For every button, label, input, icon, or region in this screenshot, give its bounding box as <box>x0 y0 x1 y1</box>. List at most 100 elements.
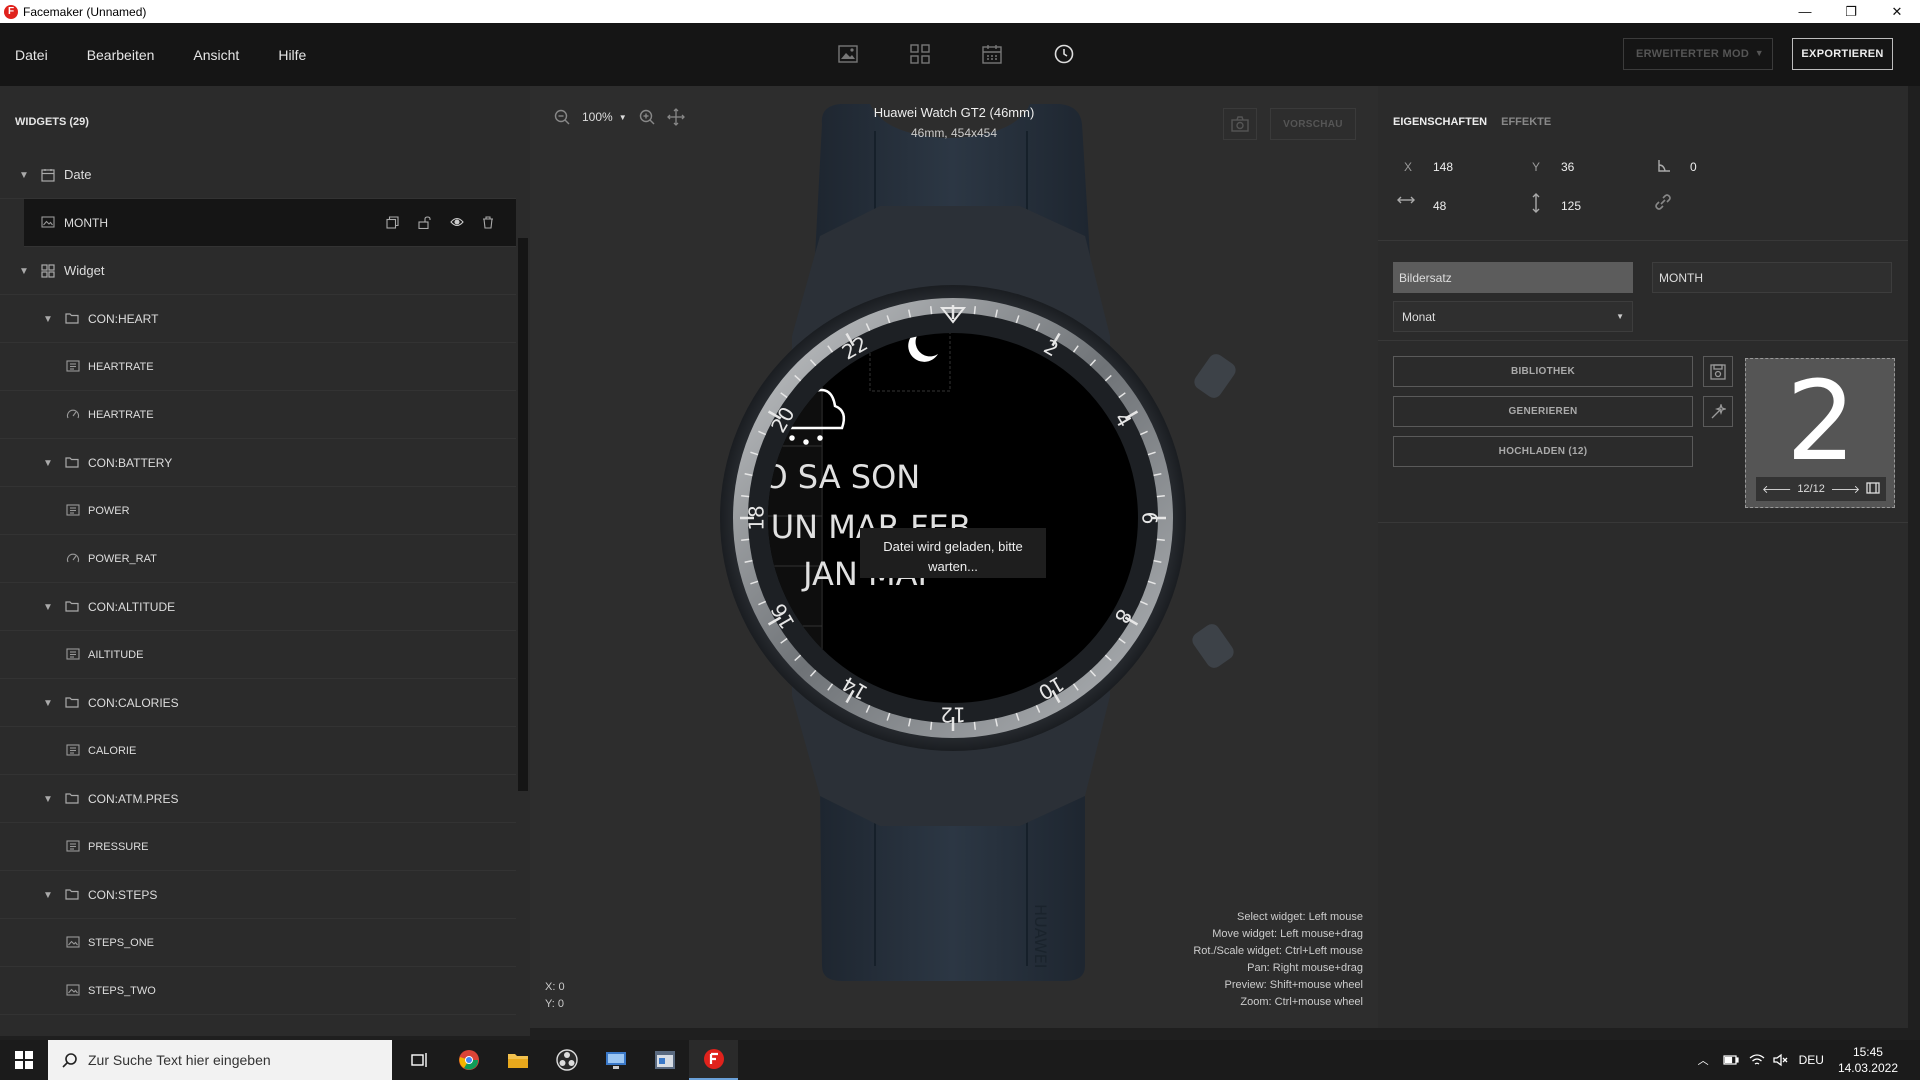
widget-name-input[interactable]: MONTH <box>1652 262 1892 293</box>
height-icon <box>1531 193 1541 216</box>
height-value-field[interactable]: 125 <box>1561 199 1581 213</box>
generate-button[interactable]: GENERIEREN <box>1393 396 1693 427</box>
expand-arrow-icon[interactable]: ▼ <box>19 170 29 181</box>
tab-effects[interactable]: EFFEKTE <box>1501 116 1551 128</box>
generator-settings-button[interactable] <box>1703 396 1733 427</box>
obs-icon <box>555 1049 578 1071</box>
maximize-button[interactable]: ❐ <box>1828 0 1874 23</box>
delete-trash-icon[interactable] <box>482 215 496 230</box>
widget-tree-item[interactable]: MONTH <box>24 199 516 247</box>
menu-ansicht[interactable]: Ansicht <box>193 47 239 63</box>
widget-tree-item[interactable]: ▼ CON:HEART <box>0 295 516 343</box>
link-aspect-icon[interactable] <box>1654 193 1672 214</box>
arrow-right-icon[interactable]: 🡒 <box>1831 482 1861 496</box>
expand-arrow-icon[interactable]: ▼ <box>43 602 53 613</box>
image-icon[interactable] <box>835 41 861 67</box>
widget-tree-item[interactable]: AILTITUDE <box>0 631 516 679</box>
widget-tree-item[interactable]: ▼ Date <box>0 151 516 199</box>
bezel-tick <box>973 721 977 730</box>
widget-tree-item[interactable]: ▼ CON:ALTITUDE <box>0 583 516 631</box>
image-icon <box>41 215 55 230</box>
taskbar-search[interactable]: Zur Suche Text hier eingeben <box>48 1040 392 1080</box>
number-widget-icon <box>66 743 80 758</box>
upload-button[interactable]: HOCHLADEN (12) <box>1393 436 1693 467</box>
screenshot-button[interactable] <box>1223 108 1257 140</box>
widget-tree-item[interactable]: ▼ CON:ATM.PRES <box>0 775 516 823</box>
help-line: Pan: Right mouse+drag <box>1247 962 1363 974</box>
tab-properties[interactable]: EIGENSCHAFTEN <box>1393 116 1487 128</box>
widget-tree-scrollbar[interactable] <box>518 238 528 791</box>
obs-taskbar-button[interactable] <box>542 1040 591 1080</box>
taskbar-clock[interactable]: 15:45 14.03.2022 <box>1838 1044 1898 1076</box>
folder-icon <box>65 312 79 326</box>
unlock-icon[interactable] <box>418 215 432 230</box>
expand-arrow-icon[interactable]: ▼ <box>43 890 53 901</box>
widget-tree-item[interactable]: STEPS_TWO <box>0 967 516 1015</box>
menu-bearbeiten[interactable]: Bearbeiten <box>87 47 155 63</box>
widget-tree-item[interactable]: ▼ Widget <box>0 247 516 295</box>
chrome-taskbar-button[interactable] <box>444 1040 493 1080</box>
rotation-value-field[interactable]: 0 <box>1690 160 1697 174</box>
widget-tree-item[interactable]: ▼ CON:STEPS <box>0 871 516 919</box>
app2-taskbar-button[interactable] <box>640 1040 689 1080</box>
close-button[interactable]: ✕ <box>1874 0 1920 23</box>
export-button[interactable]: EXPORTIEREN <box>1792 38 1893 70</box>
volume-muted-icon[interactable] <box>1772 1053 1789 1067</box>
task-view-button[interactable] <box>395 1040 444 1080</box>
help-hints: Select widget: Left mouse Move widget: L… <box>1193 909 1363 1011</box>
camera-icon <box>1231 116 1249 132</box>
advanced-mode-dropdown[interactable]: ERWEITERTER MOD ▼ <box>1623 38 1773 70</box>
duplicate-icon[interactable] <box>386 215 400 230</box>
y-value-field[interactable]: 36 <box>1561 160 1574 174</box>
cursor-y: Y: 0 <box>545 998 564 1010</box>
widget-tree-item[interactable]: CALORIE <box>0 727 516 775</box>
library-button[interactable]: BIBLIOTHEK <box>1393 356 1693 387</box>
chevron-up-icon[interactable]: ︿ <box>1698 1052 1709 1068</box>
widget-tree-item[interactable]: STEPS_ONE <box>0 919 516 967</box>
clock-icon[interactable] <box>1051 41 1077 67</box>
widget-tree-item[interactable]: PRESSURE <box>0 823 516 871</box>
widget-tree-item[interactable]: POWER_RAT <box>0 535 516 583</box>
expand-arrow-icon[interactable]: ▼ <box>43 794 53 805</box>
keyboard-language[interactable]: DEU <box>1799 1053 1824 1067</box>
expand-arrow-icon[interactable]: ▼ <box>43 458 53 469</box>
battery-tray-icon[interactable] <box>1722 1055 1739 1065</box>
arrow-left-icon[interactable]: 🡐 <box>1762 482 1792 496</box>
calendar-icon[interactable] <box>979 41 1005 67</box>
wifi-icon[interactable] <box>1749 1053 1765 1067</box>
widget-tree-item[interactable]: HEARTRATE <box>0 343 516 391</box>
preview-button[interactable]: VORSCHAU <box>1270 108 1356 140</box>
menu-hilfe[interactable]: Hilfe <box>278 47 306 63</box>
menu-datei[interactable]: Datei <box>15 47 48 63</box>
grid-icon[interactable] <box>907 41 933 67</box>
gauge-icon <box>66 408 80 422</box>
explorer-taskbar-button[interactable] <box>493 1040 542 1080</box>
widget-tree-item[interactable]: POWER <box>0 487 516 535</box>
gauge-icon <box>66 552 80 566</box>
menu-bar: Datei Bearbeiten Ansicht Hilfe ERWEITERT… <box>0 23 1920 86</box>
bezel-tick <box>1156 538 1165 542</box>
visibility-eye-icon[interactable] <box>450 216 464 230</box>
selected-widget-outline <box>717 278 757 378</box>
app-taskbar-button[interactable] <box>591 1040 640 1080</box>
expand-arrow-icon[interactable]: ▼ <box>43 698 53 709</box>
expand-arrow-icon[interactable]: ▼ <box>19 266 29 277</box>
calendar-folder-icon <box>41 168 55 182</box>
filmstrip-icon[interactable] <box>1866 481 1880 497</box>
widget-tree-item[interactable]: ▼ CON:CALORIES <box>0 679 516 727</box>
title-bar: F Facemaker (Unnamed) — ❐ ✕ <box>0 0 1920 23</box>
data-source-select[interactable]: Monat ▼ <box>1393 301 1633 332</box>
width-value-field[interactable]: 48 <box>1433 199 1446 213</box>
widget-tree-item[interactable]: ▼ CON:BATTERY <box>0 439 516 487</box>
x-value-field[interactable]: 148 <box>1433 160 1453 174</box>
widget-tree-item[interactable]: HEARTRATE <box>0 391 516 439</box>
grid-icon <box>41 263 55 278</box>
start-button[interactable] <box>0 1040 48 1080</box>
save-to-library-button[interactable] <box>1703 356 1733 387</box>
watch-canvas[interactable]: 100% ▼ HUAWEI 2 4 6 8 10 12 14 16 18 20 … <box>530 86 1378 1028</box>
minimize-button[interactable]: — <box>1782 0 1828 23</box>
x-label: X <box>1404 160 1413 174</box>
bezel-tick <box>741 494 750 498</box>
expand-arrow-icon[interactable]: ▼ <box>43 314 53 325</box>
facemaker-taskbar-button[interactable] <box>689 1040 738 1080</box>
